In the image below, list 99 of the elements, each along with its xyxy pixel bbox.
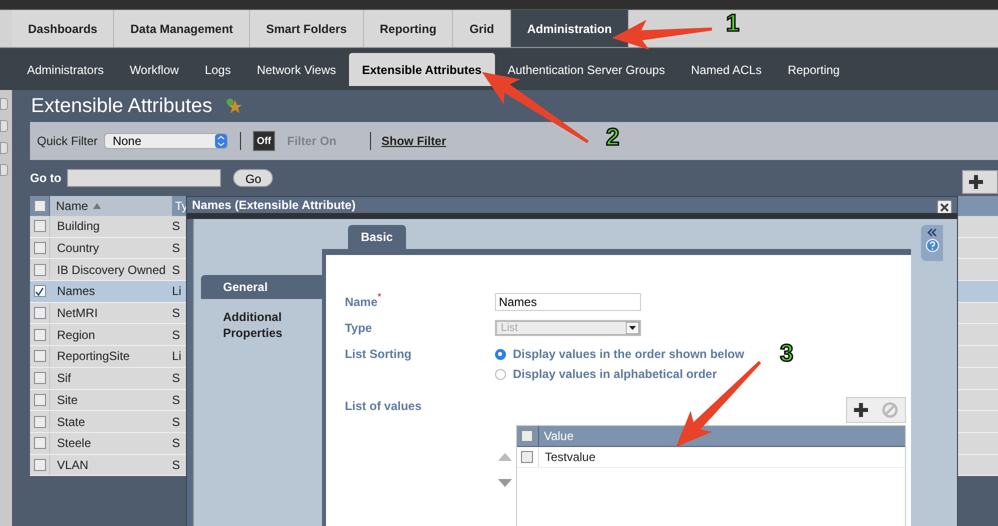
checkbox[interactable] xyxy=(34,458,46,471)
radio-label: Display values in the order shown below xyxy=(512,346,744,363)
checkbox[interactable] xyxy=(521,451,534,463)
table-cell-text: VLAN xyxy=(56,456,90,474)
main-tab[interactable]: Data Management xyxy=(114,10,250,47)
sub-tab[interactable]: Named ACLs xyxy=(678,53,775,86)
annotation-number: 1 xyxy=(726,12,740,36)
filter-on-label: Filter On xyxy=(287,133,336,150)
annotation-number: 3 xyxy=(780,342,794,366)
annotation-number: 2 xyxy=(606,126,620,150)
checkbox[interactable] xyxy=(34,264,46,276)
close-button[interactable] xyxy=(937,200,952,214)
main-tab[interactable]: Administration xyxy=(511,10,629,47)
sub-tab[interactable]: Administrators xyxy=(14,53,117,86)
move-down-icon[interactable] xyxy=(498,479,512,487)
checkbox[interactable] xyxy=(34,328,46,341)
help-icon[interactable] xyxy=(926,239,939,252)
required-mark: * xyxy=(378,293,382,303)
show-filter-link[interactable]: Show Filter xyxy=(381,132,446,150)
checkbox[interactable] xyxy=(34,350,46,362)
sub-tab[interactable]: Logs xyxy=(192,53,244,86)
updown-icon xyxy=(214,134,227,148)
main-tab[interactable]: Smart Folders xyxy=(250,10,364,47)
star-icon xyxy=(226,98,242,114)
sub-tab[interactable]: Authentication Server Groups xyxy=(494,53,678,86)
quick-filter-select[interactable]: None xyxy=(104,133,228,149)
table-cell-text: S xyxy=(172,435,182,452)
name-column-header[interactable]: Name xyxy=(50,196,172,216)
radio-label: Display values in alphabetical order xyxy=(512,366,717,383)
table-cell-text: Li xyxy=(172,348,182,366)
side-panel-tab[interactable] xyxy=(921,225,944,261)
table-cell-text: NetMRI xyxy=(56,305,99,322)
filter-toggle[interactable]: Off xyxy=(252,131,276,151)
dialog-nav-item[interactable]: General xyxy=(201,275,322,299)
field-label: List of values xyxy=(344,399,422,413)
side-button[interactable] xyxy=(0,142,8,154)
checkbox[interactable] xyxy=(34,437,46,450)
checkbox[interactable] xyxy=(34,242,46,254)
sort-icon xyxy=(93,203,102,209)
table-cell-text: S xyxy=(172,456,182,474)
checkbox[interactable] xyxy=(34,285,46,298)
table-cell-text: S xyxy=(172,326,182,344)
dialog-tab[interactable]: Basic xyxy=(348,225,406,249)
sub-tab[interactable]: Extensible Attributes xyxy=(348,53,495,86)
go-button[interactable]: Go xyxy=(233,169,274,187)
sub-tab[interactable]: Reporting xyxy=(774,53,853,86)
table-cell-text: S xyxy=(172,218,182,236)
field-label: Type xyxy=(344,320,373,337)
table-cell-text: Names xyxy=(56,283,96,300)
dropdown-icon xyxy=(626,322,639,334)
table-cell-text: ReportingSite xyxy=(56,348,131,366)
table-cell-text: Li xyxy=(172,283,182,300)
main-tab[interactable]: Dashboards xyxy=(12,10,114,47)
radio-button[interactable] xyxy=(494,368,506,380)
goto-label: Go to xyxy=(30,170,62,187)
table-cell-text: Steele xyxy=(56,435,92,452)
collapse-icon[interactable] xyxy=(927,228,938,237)
table-cell-text: S xyxy=(172,392,182,409)
sub-tab[interactable]: Workflow xyxy=(116,53,192,86)
checkbox[interactable] xyxy=(34,307,46,320)
side-button[interactable] xyxy=(0,98,8,110)
dialog-title: Names (Extensible Attribute) xyxy=(192,197,356,214)
side-button[interactable] xyxy=(0,120,8,132)
move-up-icon[interactable] xyxy=(498,453,512,461)
table-cell-text: IB Discovery Owned xyxy=(56,262,167,279)
table-cell-text: State xyxy=(56,414,86,431)
name-field[interactable]: Names xyxy=(494,293,641,311)
table-cell-text: S xyxy=(172,370,182,388)
page-title: Extensible Attributes xyxy=(30,94,212,119)
main-tab[interactable]: Grid xyxy=(453,10,512,47)
main-tab[interactable]: Reporting xyxy=(364,10,454,47)
table-cell-text: S xyxy=(172,240,182,258)
table-cell-text: Region xyxy=(56,326,96,344)
side-button[interactable] xyxy=(0,164,8,176)
check-icon xyxy=(35,286,44,296)
sub-tab[interactable]: Network Views xyxy=(244,53,349,86)
quick-filter-label: Quick Filter xyxy=(37,133,98,150)
checkbox[interactable] xyxy=(34,200,46,212)
table-cell-text: Country xyxy=(56,240,100,258)
checkbox[interactable] xyxy=(34,372,46,384)
checkbox[interactable] xyxy=(34,394,46,406)
checkbox[interactable] xyxy=(521,430,534,442)
close-icon xyxy=(940,202,949,212)
add-icon[interactable] xyxy=(853,402,870,418)
table-cell-text: S xyxy=(172,305,182,322)
table-cell-text: Testvalue xyxy=(544,449,596,466)
goto-field[interactable] xyxy=(67,169,222,187)
field-label: List Sorting xyxy=(344,346,412,363)
dialog-nav-item[interactable]: Additional Properties xyxy=(201,305,322,345)
table-cell-text: Sif xyxy=(56,370,72,388)
table-cell-text: Building xyxy=(56,218,101,236)
table-cell-text: Site xyxy=(56,392,79,409)
add-icon[interactable] xyxy=(968,174,984,190)
checkbox[interactable] xyxy=(34,220,46,232)
table-cell-text: S xyxy=(172,414,182,431)
table-cell-text: S xyxy=(172,262,182,279)
radio-button[interactable] xyxy=(494,348,506,360)
field-label: Name xyxy=(344,295,378,311)
checkbox[interactable] xyxy=(34,416,46,428)
